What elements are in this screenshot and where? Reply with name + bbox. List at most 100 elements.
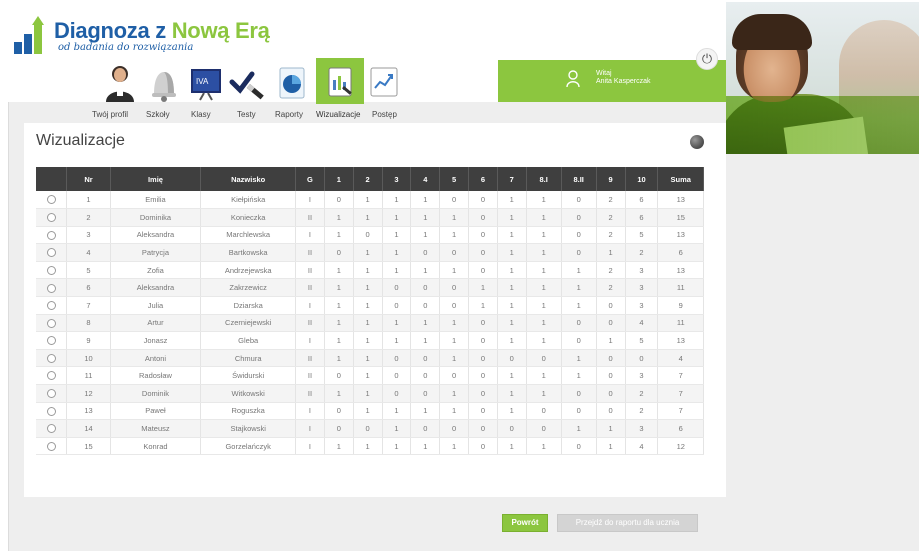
logout-power-button[interactable]: ⏻: [696, 48, 718, 70]
table-cell: 0: [410, 243, 441, 262]
row-select-cell: [36, 314, 68, 333]
row-radio-button[interactable]: [46, 406, 56, 416]
table-cell: 0: [410, 296, 441, 315]
table-cell: 1: [353, 314, 383, 333]
table-row[interactable]: 10 Antoni Chmura II 1 1 0 0 1 0 0 0 1 0 0 4: [36, 349, 704, 368]
table-cell: 13: [657, 191, 704, 210]
nav-label-profile[interactable]: Twój profil: [92, 110, 128, 119]
table-cell: 1: [353, 437, 383, 456]
table-cell: 1: [439, 402, 470, 421]
nav-label-reports[interactable]: Raporty: [275, 110, 303, 119]
table-cell: 1: [353, 208, 383, 227]
table-cell: 1: [468, 278, 498, 298]
school-bell-icon[interactable]: [142, 62, 182, 102]
globe-icon[interactable]: [690, 135, 704, 149]
column-header: 5: [439, 167, 470, 191]
table-cell: 6: [657, 419, 704, 438]
row-select-cell: [36, 419, 68, 438]
checkmark-pen-icon[interactable]: [228, 62, 268, 102]
table-row[interactable]: 2 Dominika Konieczka II 1 1 1 1 1 0 1 1 0 2 6 15: [36, 208, 704, 227]
table-cell: 6: [625, 208, 659, 227]
nav-label-tests[interactable]: Testy: [237, 110, 256, 119]
table-cell: 0: [468, 191, 498, 210]
table-cell: 1: [410, 226, 441, 245]
row-radio-button[interactable]: [46, 389, 56, 399]
table-cell: Mateusz: [110, 419, 202, 438]
visualization-icon[interactable]: [320, 62, 360, 102]
table-cell: 5: [66, 261, 111, 280]
row-radio-button[interactable]: [46, 424, 56, 434]
table-row[interactable]: 4 Patrycja Bartkowska II 0 1 1 0 0 0 1 1 0 1 2 6: [36, 243, 704, 262]
table-row[interactable]: 9 Jonasz Gleba I 1 1 1 1 1 0 1 1 0 1 5 13: [36, 331, 704, 350]
table-cell: 1: [596, 419, 626, 438]
table-row[interactable]: 3 Aleksandra Marchlewska I 1 0 1 1 1 0 1 1 0 2 5 13: [36, 226, 704, 245]
table-cell: 1: [596, 243, 626, 262]
table-cell: Andrzejewska: [200, 261, 297, 280]
table-cell: 3: [625, 261, 659, 280]
row-radio-button[interactable]: [46, 371, 56, 381]
nav-label-visualizations[interactable]: Wizualizacje: [316, 110, 360, 119]
table-cell: 1: [382, 419, 412, 438]
app-logo[interactable]: Diagnoza z Nową Erą od badania do rozwią…: [14, 14, 270, 54]
table-row[interactable]: 1 Emilia Kiełpińska I 0 1 1 1 0 0 1 1 0 2 6 13: [36, 191, 704, 210]
table-row[interactable]: 14 Mateusz Stajkowski I 0 0 1 0 0 0 0 0 1 1 3 6: [36, 419, 704, 438]
nav-label-progress[interactable]: Postęp: [372, 110, 397, 119]
table-cell: 1: [526, 208, 562, 227]
table-cell: 4: [625, 437, 659, 456]
row-radio-button[interactable]: [46, 283, 56, 293]
table-cell: 0: [439, 191, 470, 210]
table-cell: 1: [353, 384, 383, 403]
row-radio-button[interactable]: [46, 336, 56, 346]
back-button[interactable]: Powrót: [502, 514, 548, 532]
classroom-board-icon[interactable]: IVA: [186, 62, 226, 102]
row-radio-button[interactable]: [46, 195, 56, 205]
table-cell: 12: [66, 384, 111, 403]
table-cell: Radosław: [110, 366, 202, 386]
table-cell: 0: [561, 437, 597, 456]
row-radio-button[interactable]: [46, 248, 56, 258]
user-info: Witaj Anita Kasperczak: [596, 70, 650, 86]
row-radio-button[interactable]: [46, 318, 56, 328]
table-cell: II: [295, 208, 325, 227]
table-cell: 8: [66, 314, 111, 333]
table-row[interactable]: 7 Julia Dziarska I 1 1 0 0 0 1 1 1 1 0 3 9: [36, 296, 704, 315]
report-pie-icon[interactable]: [272, 62, 312, 102]
table-cell: 1: [561, 349, 597, 368]
row-radio-button[interactable]: [46, 301, 56, 311]
table-row[interactable]: 8 Artur Czerniejewski II 1 1 1 1 1 0 1 1 0 0 4 11: [36, 314, 704, 333]
table-row[interactable]: 11 Radosław Świdurski II 0 1 0 0 0 0 1 1 1 0 3 7: [36, 366, 704, 386]
table-cell: 2: [596, 226, 626, 245]
table-cell: 1: [382, 208, 412, 227]
table-cell: 0: [382, 278, 412, 298]
row-radio-button[interactable]: [46, 213, 56, 223]
table-cell: 0: [596, 296, 626, 315]
table-cell: 1: [497, 261, 527, 280]
table-row[interactable]: 5 Zofia Andrzejewska II 1 1 1 1 1 0 1 1 1 2 3 13: [36, 261, 704, 280]
row-radio-button[interactable]: [46, 353, 56, 363]
table-cell: 0: [410, 349, 441, 368]
progress-chart-icon[interactable]: [364, 62, 404, 102]
go-to-student-report-button[interactable]: Przejdź do raportu dla ucznia: [557, 514, 698, 532]
table-cell: 0: [439, 366, 470, 386]
table-cell: 1: [324, 349, 354, 368]
table-row[interactable]: 15 Konrad Gorzelańczyk I 1 1 1 1 1 0 1 1 0 1 4 12: [36, 437, 704, 456]
profile-icon[interactable]: [100, 62, 140, 102]
table-cell: I: [295, 191, 325, 210]
row-radio-button[interactable]: [46, 265, 56, 275]
table-row[interactable]: 6 Aleksandra Zakrzewicz II 1 1 0 0 0 1 1 1 1 2 3 11: [36, 278, 704, 298]
table-cell: 0: [353, 226, 383, 245]
column-header: [36, 167, 68, 191]
table-cell: 1: [353, 296, 383, 315]
table-cell: I: [295, 419, 325, 438]
table-row[interactable]: 12 Dominik Witkowski II 1 1 0 0 1 0 1 1 0 0 2 7: [36, 384, 704, 403]
table-row[interactable]: 13 Paweł Roguszka I 0 1 1 1 1 0 1 0 0 0 2 7: [36, 402, 704, 421]
table-cell: II: [295, 366, 325, 386]
table-cell: 0: [382, 296, 412, 315]
row-radio-button[interactable]: [46, 230, 56, 240]
table-cell: 2: [625, 243, 659, 262]
row-radio-button[interactable]: [46, 441, 56, 451]
table-cell: 0: [324, 419, 354, 438]
table-cell: 1: [526, 191, 562, 210]
nav-label-classes[interactable]: Klasy: [191, 110, 211, 119]
nav-label-schools[interactable]: Szkoły: [146, 110, 170, 119]
